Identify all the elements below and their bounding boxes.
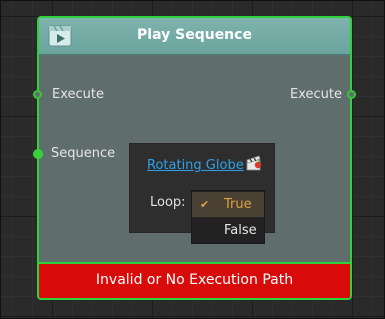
sequence-asset-link[interactable]: Rotating Globe bbox=[147, 158, 244, 173]
checkmark-icon: ✔ bbox=[200, 198, 210, 211]
node-title: Play Sequence bbox=[137, 27, 252, 43]
execute-input-label: Execute bbox=[52, 87, 104, 102]
execute-input-port[interactable] bbox=[33, 90, 42, 99]
execute-output-label: Execute bbox=[290, 87, 342, 102]
error-status-bar: Invalid or No Execution Path bbox=[39, 262, 350, 298]
sequence-input-port[interactable] bbox=[33, 149, 43, 159]
loop-option-true-label: True bbox=[224, 197, 252, 212]
node-header[interactable]: Play Sequence bbox=[39, 18, 350, 55]
execute-output-port[interactable] bbox=[347, 90, 356, 99]
loop-dropdown[interactable]: ✔ True False bbox=[191, 190, 265, 244]
sequence-input-label: Sequence bbox=[51, 146, 116, 161]
loop-option-true[interactable]: ✔ True bbox=[192, 192, 264, 217]
clapperboard-icon[interactable] bbox=[246, 155, 262, 171]
loop-option-false-label: False bbox=[224, 223, 257, 238]
loop-label: Loop: bbox=[150, 195, 186, 210]
loop-option-false[interactable]: False bbox=[192, 218, 264, 243]
